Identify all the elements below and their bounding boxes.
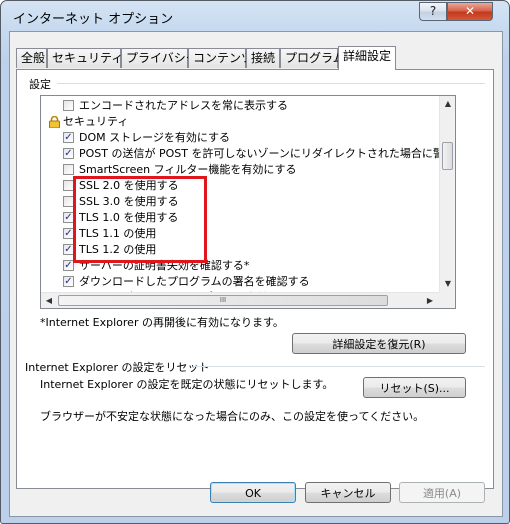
settings-group-divider (57, 83, 485, 84)
tab-privacy[interactable]: プライバシー (121, 48, 198, 68)
checkbox-checked[interactable]: ✓ (63, 148, 74, 159)
settings-option[interactable]: ✓ DOM ストレージを有効にする (41, 130, 439, 146)
dialog-client-area: 全般 セキュリティ プライバシー コンテンツ 接続 プログラム 詳細設定 設定 … (9, 31, 503, 517)
checkbox-checked[interactable]: ✓ (63, 276, 74, 287)
scroll-down-arrow[interactable]: ▼ (440, 276, 455, 292)
settings-option-label: ダウンロードしたプログラムの署名を確認する (79, 275, 310, 288)
reset-warning: ブラウザーが不安定な状態になった場合にのみ、この設定を使ってください。 (40, 410, 425, 423)
tab-programs[interactable]: プログラム (280, 48, 345, 68)
horizontal-scroll-thumb[interactable]: III (58, 295, 388, 306)
settings-option-label: TLS 1.2 の使用 (79, 243, 157, 256)
settings-option[interactable]: ✓ POST の送信が POST を許可しないゾーンにリダイレクトされた場合に警 (41, 146, 444, 162)
settings-option[interactable]: ✓ サーバーの証明書失効を確認する* (41, 258, 439, 274)
checkbox-unchecked[interactable] (63, 180, 74, 191)
settings-category-label: セキュリティ (63, 115, 129, 128)
settings-option-label: TLS 1.0 を使用する (79, 211, 179, 224)
settings-option[interactable]: SSL 3.0 を使用する (41, 194, 439, 210)
settings-option-label: SSL 3.0 を使用する (79, 195, 179, 208)
scroll-right-arrow[interactable]: ▶ (422, 293, 438, 308)
window-title: インターネット オプション (13, 12, 174, 27)
advanced-tab-panel: 設定 エンコードされたアドレスを常に表示するセキュリティ ✓ DOM ストレージを有… (16, 69, 494, 489)
reset-description: Internet Explorer の設定を既定の状態にリセットします。 (40, 378, 334, 391)
checkbox-checked[interactable]: ✓ (63, 244, 74, 255)
settings-option[interactable]: エンコードされたアドレスを常に表示する (41, 98, 439, 114)
tab-advanced[interactable]: 詳細設定 (338, 46, 396, 70)
settings-option[interactable]: ✓ TLS 1.0 を使用する (41, 210, 439, 226)
checkbox-checked[interactable]: ✓ (63, 228, 74, 239)
settings-option-label: TLS 1.1 の使用 (79, 227, 157, 240)
tab-content[interactable]: コンテンツ (188, 48, 253, 68)
settings-option-label: SmartScreen フィルター機能を有効にする (79, 163, 297, 176)
horizontal-scrollbar[interactable]: ◀ III ▶ (41, 292, 439, 308)
scroll-left-arrow[interactable]: ◀ (41, 293, 57, 308)
settings-option[interactable]: ✓ ダウンロードしたプログラムの署名を確認する (41, 274, 439, 290)
checkbox-checked[interactable]: ✓ (63, 260, 74, 271)
restart-note: *Internet Explorer の再開後に有効になります。 (40, 316, 284, 329)
apply-button[interactable]: 適用(A) (399, 482, 485, 503)
close-button[interactable]: ✕ (447, 2, 493, 21)
settings-option[interactable]: SmartScreen フィルター機能を有効にする (41, 162, 439, 178)
reset-button[interactable]: リセット(S)... (363, 377, 466, 398)
settings-option[interactable]: ✓ TLS 1.1 の使用 (41, 226, 439, 242)
settings-list[interactable]: エンコードされたアドレスを常に表示するセキュリティ ✓ DOM ストレージを有効にす… (40, 95, 456, 309)
lock-icon (49, 115, 60, 129)
settings-option-label: SSL 2.0 を使用する (79, 179, 179, 192)
tab-general[interactable]: 全般 (16, 48, 47, 68)
settings-option[interactable]: SSL 2.0 を使用する (41, 178, 439, 194)
vertical-scroll-thumb[interactable] (442, 142, 453, 170)
help-button[interactable]: ? (419, 2, 447, 21)
settings-group-label: 設定 (29, 78, 51, 91)
settings-option-label: DOM ストレージを有効にする (79, 131, 231, 144)
checkbox-checked[interactable]: ✓ (63, 212, 74, 223)
settings-option[interactable]: ✓ TLS 1.2 の使用 (41, 242, 439, 258)
reset-group-divider (193, 366, 485, 367)
settings-option-label: エンコードされたアドレスを常に表示する (79, 99, 288, 112)
scrollbar-corner (439, 292, 455, 308)
settings-option-label: POST の送信が POST を許可しないゾーンにリダイレクトされた場合に警 (79, 147, 444, 160)
ok-button[interactable]: OK (210, 482, 296, 503)
vertical-scrollbar[interactable]: ▲ ▼ (439, 96, 455, 292)
tab-security[interactable]: セキュリティ (47, 48, 123, 68)
title-bar[interactable]: インターネット オプション ? ✕ (1, 1, 509, 31)
tab-connections[interactable]: 接続 (246, 48, 280, 68)
checkbox-unchecked[interactable] (63, 164, 74, 175)
scroll-up-arrow[interactable]: ▲ (440, 96, 455, 112)
checkbox-unchecked[interactable] (63, 100, 74, 111)
checkbox-unchecked[interactable] (63, 196, 74, 207)
cancel-button[interactable]: キャンセル (305, 482, 391, 503)
restore-advanced-settings-button[interactable]: 詳細設定を復元(R) (292, 333, 466, 354)
checkbox-checked[interactable]: ✓ (63, 132, 74, 143)
settings-option-label: サーバーの証明書失効を確認する* (79, 259, 250, 272)
settings-category[interactable]: セキュリティ (41, 114, 439, 130)
internet-options-window: インターネット オプション ? ✕ 全般 セキュリティ プライバシー コンテンツ… (0, 0, 510, 524)
reset-group-label: Internet Explorer の設定をリセット (25, 361, 210, 374)
